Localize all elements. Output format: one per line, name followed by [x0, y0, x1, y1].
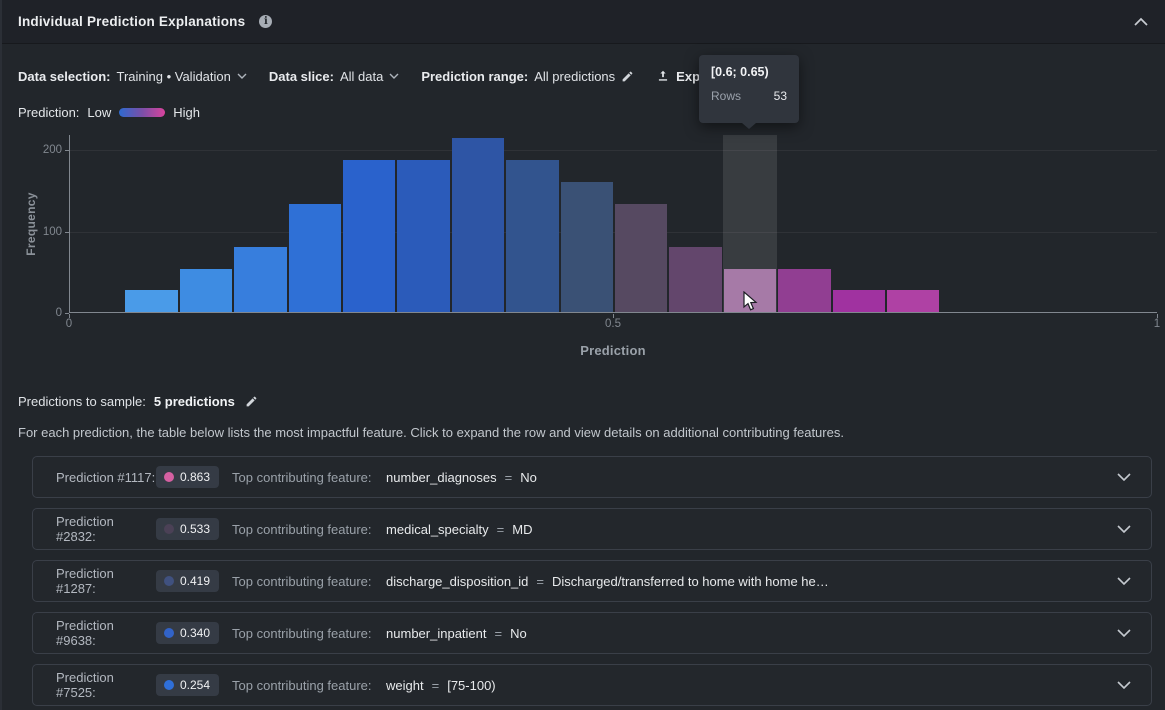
mouse-cursor — [743, 291, 758, 312]
prediction-score-value: 0.419 — [180, 574, 210, 588]
expand-row-button[interactable] — [1117, 681, 1131, 689]
feature-name: number_inpatient — [386, 626, 486, 641]
tooltip-rows-value: 53 — [774, 89, 787, 103]
prediction-score-badge: 0.419 — [156, 570, 219, 592]
x-axis-title: Prediction — [563, 343, 663, 358]
prediction-histogram-chart: Frequency Prediction [0.6; 0.65) Rows 53… — [2, 0, 1165, 370]
histogram-bar[interactable] — [833, 290, 885, 312]
prediction-id-label: Prediction #1117: — [56, 470, 156, 485]
score-color-dot-icon — [164, 628, 174, 638]
x-tick-mark — [613, 314, 614, 318]
feature-operator: = — [505, 470, 513, 485]
section-description: For each prediction, the table below lis… — [18, 425, 844, 440]
predictions-to-sample-control[interactable]: Predictions to sample: 5 predictions — [18, 394, 258, 409]
histogram-bar[interactable] — [506, 160, 558, 312]
feature-value: MD — [512, 522, 532, 537]
top-feature-label: Top contributing feature: — [232, 626, 378, 641]
hovered-bin-highlight — [723, 135, 777, 312]
prediction-row[interactable]: Prediction #1287: 0.419 Top contributing f… — [32, 560, 1152, 602]
tooltip-rows-label: Rows — [711, 89, 741, 103]
expand-row-button[interactable] — [1117, 577, 1131, 585]
feature-operator: = — [536, 574, 544, 589]
feature-operator: = — [495, 626, 503, 641]
histogram-bar[interactable] — [778, 269, 830, 312]
expand-row-button[interactable] — [1117, 473, 1131, 481]
plot-area — [69, 135, 1157, 313]
x-tick-label: 0 — [49, 318, 89, 330]
histogram-bar[interactable] — [343, 160, 395, 312]
individual-prediction-explanations-panel: Individual Prediction Explanations i Dat… — [0, 0, 1165, 710]
histogram-bar[interactable] — [125, 290, 177, 312]
feature-name: number_diagnoses — [386, 470, 497, 485]
score-color-dot-icon — [164, 472, 174, 482]
y-tick-label: 200 — [28, 144, 62, 156]
prediction-row[interactable]: Prediction #7525: 0.254 Top contributing f… — [32, 664, 1152, 706]
prediction-score-value: 0.533 — [180, 522, 210, 536]
histogram-bar[interactable] — [234, 247, 286, 312]
chevron-down-icon — [1117, 473, 1131, 481]
histogram-bar[interactable] — [452, 138, 504, 312]
gridline — [70, 232, 1157, 233]
top-feature-label: Top contributing feature: — [232, 574, 378, 589]
score-color-dot-icon — [164, 576, 174, 586]
chevron-down-icon — [1117, 629, 1131, 637]
histogram-bar[interactable] — [887, 290, 939, 312]
feature-name: medical_specialty — [386, 522, 489, 537]
prediction-row[interactable]: Prediction #2832: 0.533 Top contributing f… — [32, 508, 1152, 550]
x-tick-label: 1 — [1137, 318, 1165, 330]
prediction-row[interactable]: Prediction #9638: 0.340 Top contributing f… — [32, 612, 1152, 654]
top-feature-label: Top contributing feature: — [232, 522, 378, 537]
feature-operator: = — [432, 678, 440, 693]
chevron-down-icon — [1117, 525, 1131, 533]
prediction-id-label: Prediction #7525: — [56, 670, 156, 700]
histogram-bar[interactable] — [180, 269, 232, 312]
chevron-down-icon — [1117, 577, 1131, 585]
prediction-id-label: Prediction #2832: — [56, 514, 156, 544]
expand-row-button[interactable] — [1117, 525, 1131, 533]
score-color-dot-icon — [164, 680, 174, 690]
bin-tooltip: [0.6; 0.65) Rows 53 — [699, 55, 799, 123]
top-feature-label: Top contributing feature: — [232, 470, 378, 485]
pencil-icon — [245, 395, 258, 408]
y-tick-label: 100 — [28, 226, 62, 238]
prediction-row[interactable]: Prediction #1117: 0.863 Top contributing f… — [32, 456, 1152, 498]
histogram-bar[interactable] — [561, 182, 613, 312]
histogram-bar[interactable] — [397, 160, 449, 312]
score-color-dot-icon — [164, 524, 174, 534]
feature-operator: = — [497, 522, 505, 537]
prediction-score-badge: 0.533 — [156, 518, 219, 540]
prediction-score-badge: 0.340 — [156, 622, 219, 644]
x-tick-mark — [1157, 314, 1158, 318]
x-tick-mark — [69, 314, 70, 318]
feature-value: [75-100) — [447, 678, 495, 693]
gridline — [70, 150, 1157, 151]
predictions-to-sample-value: 5 predictions — [154, 394, 235, 409]
y-axis-title: Frequency — [24, 169, 38, 279]
histogram-bar[interactable] — [615, 204, 667, 312]
y-tick-mark — [65, 150, 69, 151]
prediction-id-label: Prediction #1287: — [56, 566, 156, 596]
prediction-score-value: 0.863 — [180, 470, 210, 484]
prediction-score-value: 0.340 — [180, 626, 210, 640]
feature-value: No — [510, 626, 527, 641]
tooltip-bin-range: [0.6; 0.65) — [711, 65, 787, 79]
prediction-score-badge: 0.254 — [156, 674, 219, 696]
predictions-to-sample-label: Predictions to sample: — [18, 394, 146, 409]
feature-value: Discharged/transferred to home with home… — [552, 574, 829, 589]
chevron-down-icon — [1117, 681, 1131, 689]
prediction-id-label: Prediction #9638: — [56, 618, 156, 648]
histogram-bar[interactable] — [669, 247, 721, 312]
feature-value: No — [520, 470, 537, 485]
feature-name: discharge_disposition_id — [386, 574, 528, 589]
x-tick-label: 0.5 — [593, 318, 633, 330]
prediction-score-value: 0.254 — [180, 678, 210, 692]
expand-row-button[interactable] — [1117, 629, 1131, 637]
histogram-bar[interactable] — [289, 204, 341, 312]
y-tick-mark — [65, 232, 69, 233]
top-feature-label: Top contributing feature: — [232, 678, 378, 693]
prediction-score-badge: 0.863 — [156, 466, 219, 488]
feature-name: weight — [386, 678, 424, 693]
